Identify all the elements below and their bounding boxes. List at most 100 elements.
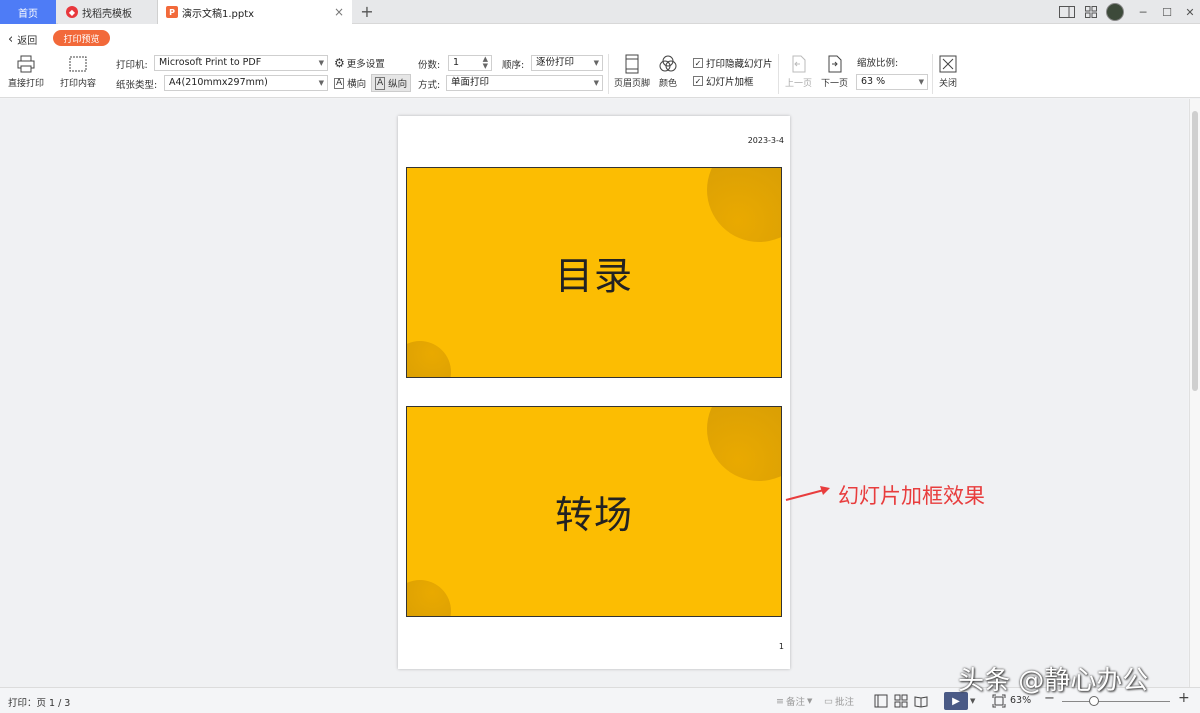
header-footer-icon xyxy=(625,54,639,74)
print-content-button[interactable]: 打印内容 xyxy=(60,54,96,89)
user-avatar[interactable] xyxy=(1106,3,1124,21)
zoom-select[interactable]: 63 % ▼ xyxy=(856,74,928,90)
apps-grid-icon[interactable] xyxy=(1082,4,1100,20)
header-footer-label: 页眉页脚 xyxy=(614,79,651,89)
zoom-value: 63 % xyxy=(861,76,886,87)
minimize-button[interactable]: ─ xyxy=(1134,4,1152,20)
normal-view-icon[interactable] xyxy=(874,694,888,708)
next-page-button[interactable]: 下一页 xyxy=(821,54,848,89)
tab-docer-label: 找稻壳模板 xyxy=(82,8,132,20)
close-tab-icon[interactable]: × xyxy=(334,5,344,19)
tab-home-label: 首页 xyxy=(18,8,38,20)
paper-value: A4(210mmx297mm) xyxy=(169,77,268,88)
decorative-circle xyxy=(407,580,451,616)
decorative-circle xyxy=(707,407,781,481)
portrait-label: 纵向 xyxy=(388,79,408,90)
copies-stepper[interactable]: 1 ▲ ▼ xyxy=(448,55,492,71)
print-mode-select[interactable]: 单面打印 ▼ xyxy=(446,75,603,91)
order-value: 逐份打印 xyxy=(536,57,575,68)
zoom-slider-track[interactable] xyxy=(1062,701,1170,702)
prev-page-icon xyxy=(792,55,805,73)
portrait-button[interactable]: A 纵向 xyxy=(371,74,412,92)
notes-button[interactable]: ≡ 备注 ▼ xyxy=(776,694,813,709)
tab-docer-templates[interactable]: ◆ 找稻壳模板 xyxy=(58,0,158,24)
slide-thumbnail: 转场 xyxy=(406,406,782,617)
color-button[interactable]: 颜色 xyxy=(658,54,678,89)
print-mode-value: 单面打印 xyxy=(451,77,490,88)
notes-icon: ≡ xyxy=(776,695,784,707)
tab-home[interactable]: 首页 xyxy=(0,0,56,24)
printer-icon xyxy=(17,55,35,73)
notes-label: 备注 xyxy=(785,697,805,708)
close-window-button[interactable]: ✕ xyxy=(1181,4,1199,20)
reading-view-icon[interactable] xyxy=(914,694,928,708)
page-date: 2023-3-4 xyxy=(747,136,784,145)
zoom-in-button[interactable]: + xyxy=(1178,690,1190,706)
landscape-button[interactable]: A 横向 xyxy=(334,75,366,91)
checkbox-checked-icon: ✓ xyxy=(693,76,703,86)
next-page-label: 下一页 xyxy=(821,79,849,89)
scrollbar-thumb[interactable] xyxy=(1192,111,1198,391)
frame-slides-label: 幻灯片加框 xyxy=(706,77,754,88)
annotation-arrow-icon xyxy=(785,486,830,501)
direct-print-button[interactable]: 直接打印 xyxy=(8,54,44,89)
close-label: 关闭 xyxy=(938,79,957,89)
dropdown-arrow-icon: ▼ xyxy=(593,59,599,67)
slide-title: 转场 xyxy=(554,493,633,537)
close-preview-button[interactable]: 关闭 xyxy=(938,54,958,89)
next-page-icon xyxy=(828,55,841,73)
printer-select[interactable]: Microsoft Print to PDF ▼ xyxy=(154,55,328,71)
slide-title: 目录 xyxy=(554,254,633,298)
dropdown-arrow-icon: ▼ xyxy=(318,79,324,87)
back-button[interactable]: ‹ 返回 xyxy=(8,32,37,47)
more-settings-button[interactable]: ⚙ 更多设置 xyxy=(334,56,385,70)
play-icon: ▶ xyxy=(952,695,960,707)
copies-label: 份数: xyxy=(418,60,441,71)
color-label: 颜色 xyxy=(658,79,677,89)
prev-page-label: 上一页 xyxy=(785,79,813,89)
color-circles-icon xyxy=(659,55,677,72)
printer-value: Microsoft Print to PDF xyxy=(159,57,262,68)
comments-button[interactable]: ▭ 批注 xyxy=(824,694,854,709)
print-page: 2023-3-4 目录 转场 1 xyxy=(398,116,790,669)
header-footer-button[interactable]: 页眉页脚 xyxy=(614,54,650,89)
zoom-slider-knob[interactable] xyxy=(1089,696,1099,706)
tab-document[interactable]: P 演示文稿1.pptx × xyxy=(158,0,352,24)
order-label: 顺序: xyxy=(502,60,525,71)
dropdown-arrow-icon: ▼ xyxy=(918,78,924,86)
order-select[interactable]: 逐份打印 ▼ xyxy=(531,55,603,71)
copies-value: 1 xyxy=(453,57,460,68)
toolbar-divider xyxy=(608,54,609,94)
annotation-label: 幻灯片加框效果 xyxy=(838,484,985,508)
decorative-circle xyxy=(707,168,781,242)
dropdown-arrow-icon: ▼ xyxy=(806,697,813,705)
slide-sorter-icon[interactable] xyxy=(894,694,908,708)
direct-print-label: 直接打印 xyxy=(8,79,45,89)
more-settings-label: 更多设置 xyxy=(346,59,385,70)
back-label: 返回 xyxy=(17,36,38,47)
mode-label: 方式: xyxy=(418,80,441,91)
stepper-icon: ▲ ▼ xyxy=(482,55,488,70)
landscape-icon: A xyxy=(334,77,345,89)
print-hidden-slides-checkbox[interactable]: ✓ 打印隐藏幻灯片 xyxy=(693,56,773,70)
dropdown-arrow-icon[interactable]: ▼ xyxy=(970,697,975,705)
dropdown-arrow-icon: ▼ xyxy=(593,79,599,87)
zoom-label: 缩放比例: xyxy=(857,58,899,69)
printer-label: 打印机: xyxy=(116,60,148,71)
paper-select[interactable]: A4(210mmx297mm) ▼ xyxy=(164,75,328,91)
vertical-scrollbar[interactable] xyxy=(1189,99,1200,687)
page-number: 1 xyxy=(778,642,784,651)
toolbar-divider xyxy=(778,54,779,94)
chevron-left-icon: ‹ xyxy=(8,32,14,47)
checkbox-checked-icon: ✓ xyxy=(693,58,703,68)
gear-icon: ⚙ xyxy=(334,56,345,70)
frame-slides-checkbox[interactable]: ✓ 幻灯片加框 xyxy=(693,74,754,88)
new-tab-button[interactable]: + xyxy=(358,2,376,22)
restore-button[interactable]: ☐ xyxy=(1158,4,1176,20)
comments-label: 批注 xyxy=(834,697,854,708)
layout-icon[interactable] xyxy=(1058,4,1076,20)
print-hidden-slides-label: 打印隐藏幻灯片 xyxy=(706,59,773,70)
prev-page-button[interactable]: 上一页 xyxy=(785,54,812,89)
landscape-label: 横向 xyxy=(347,79,367,90)
paper-label: 纸张类型: xyxy=(116,80,158,91)
